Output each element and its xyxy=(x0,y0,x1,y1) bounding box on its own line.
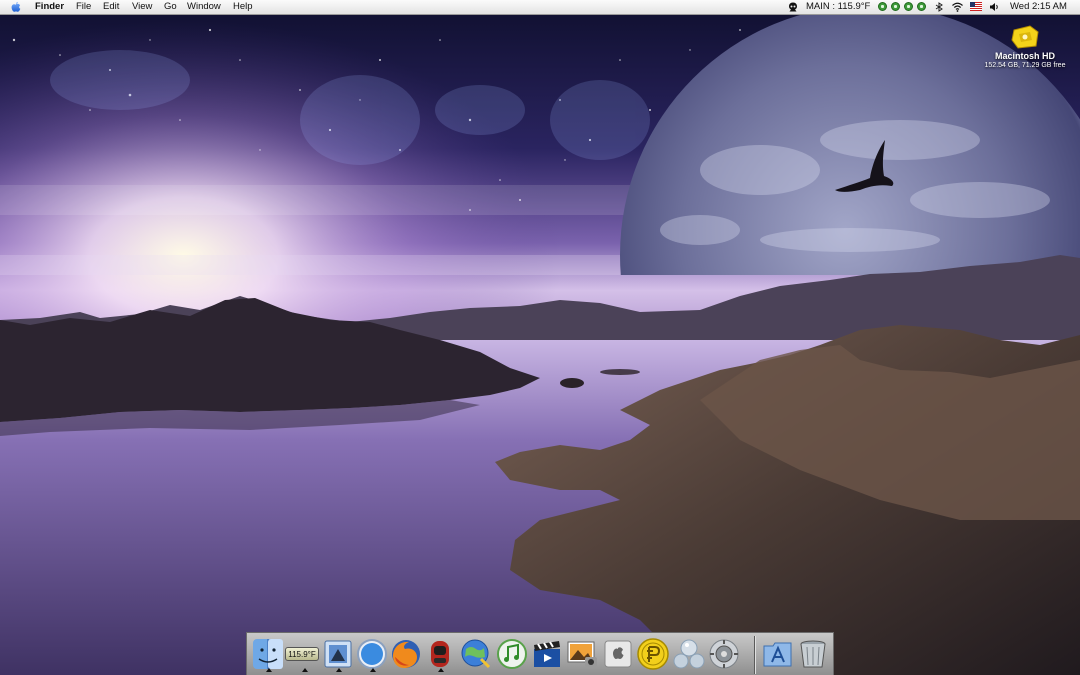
itunes-icon xyxy=(497,639,527,669)
desktop-wallpaper xyxy=(0,0,1080,675)
stop-icon[interactable] xyxy=(917,2,926,11)
running-indicator xyxy=(438,668,444,672)
dock-temperature-monitor[interactable]: 115.9°F xyxy=(285,637,323,672)
dock-itunes[interactable] xyxy=(495,637,529,671)
clapboard-icon xyxy=(534,641,560,667)
menu-help[interactable]: Help xyxy=(233,0,253,14)
dock-mail[interactable] xyxy=(321,637,355,672)
coin-icon xyxy=(637,638,669,670)
dock-separator xyxy=(754,636,756,674)
running-indicator xyxy=(302,668,308,672)
bluetooth-icon[interactable] xyxy=(934,2,944,12)
firefox-icon xyxy=(392,640,420,668)
play-icon[interactable] xyxy=(891,2,900,11)
trash-icon xyxy=(800,640,826,668)
desktop-screen: Finder File Edit View Go Window Help MAI… xyxy=(0,0,1080,675)
dock-network-utility[interactable] xyxy=(459,637,493,671)
dock-applications-folder[interactable] xyxy=(761,637,795,671)
dock-finder[interactable] xyxy=(251,637,285,672)
gear-icon xyxy=(709,639,739,669)
hard-drive-icon xyxy=(1011,25,1039,49)
disk-name: Macintosh HD xyxy=(994,51,1055,61)
apple-icon[interactable] xyxy=(10,0,24,14)
menu-edit[interactable]: Edit xyxy=(103,0,119,14)
dock-bubbles-app[interactable] xyxy=(672,637,706,671)
speaker-icon[interactable] xyxy=(989,2,999,12)
dock-coin-app[interactable] xyxy=(636,637,670,671)
dock-media-player[interactable] xyxy=(423,637,457,672)
running-indicator xyxy=(266,668,272,672)
rewind-icon[interactable] xyxy=(878,2,887,11)
dock-imovie[interactable] xyxy=(530,637,564,671)
dock-system-preferences[interactable] xyxy=(707,637,741,671)
dock-apple-utility[interactable] xyxy=(601,637,635,671)
dock-iphoto[interactable] xyxy=(565,637,599,671)
disk-info: 152.54 GB, 71.29 GB free xyxy=(984,62,1066,69)
menu-clock[interactable]: Wed 2:15 AM xyxy=(1010,0,1067,14)
temperature-readout[interactable]: MAIN : 115.9°F xyxy=(806,0,870,14)
dock-firefox[interactable] xyxy=(389,637,423,671)
macintosh-hd-icon[interactable]: Macintosh HD 152.54 GB, 71.29 GB free xyxy=(975,24,1075,69)
folder-icon xyxy=(763,642,792,667)
menu-bar: Finder File Edit View Go Window Help MAI… xyxy=(0,0,1080,15)
menu-go[interactable]: Go xyxy=(164,0,177,14)
mail-icon xyxy=(324,640,352,668)
menu-window[interactable]: Window xyxy=(187,0,221,14)
safari-icon xyxy=(357,639,387,669)
wifi-icon[interactable] xyxy=(952,2,963,12)
player-icon xyxy=(431,641,449,667)
running-indicator xyxy=(370,668,376,672)
photo-icon xyxy=(567,641,597,667)
dock-safari[interactable] xyxy=(355,637,389,672)
dock-temperature-label: 115.9°F xyxy=(285,647,319,661)
apple-box-icon xyxy=(604,640,632,668)
menu-file[interactable]: File xyxy=(76,0,91,14)
alien-icon[interactable] xyxy=(788,2,798,12)
running-indicator xyxy=(336,668,342,672)
us-flag-icon[interactable] xyxy=(970,2,982,12)
dock: 115.9°F xyxy=(246,632,834,675)
globe-icon xyxy=(461,639,491,669)
forward-icon[interactable] xyxy=(904,2,913,11)
bubbles-icon xyxy=(673,639,705,669)
finder-icon xyxy=(253,639,283,669)
menu-view[interactable]: View xyxy=(132,0,152,14)
menu-app-name[interactable]: Finder xyxy=(35,0,64,14)
dock-trash[interactable] xyxy=(796,637,830,671)
